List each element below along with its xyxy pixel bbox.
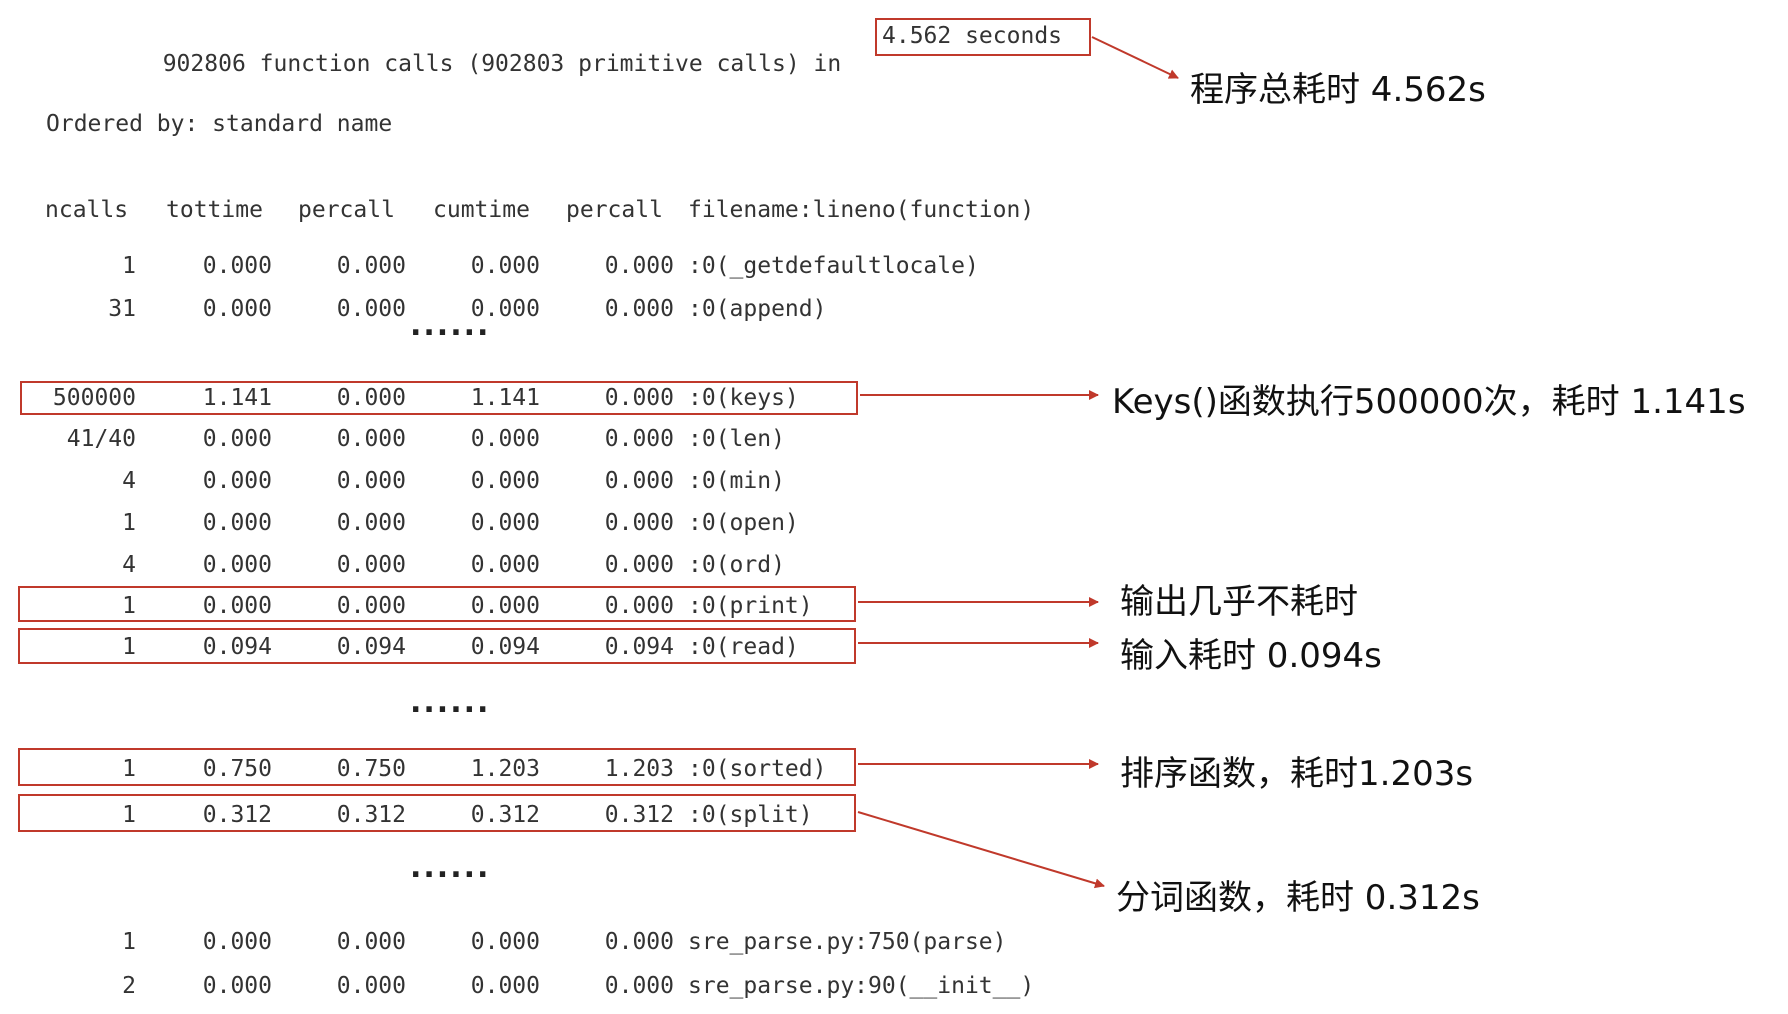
note-total: 程序总耗时 4.562s	[1190, 70, 1486, 110]
arrow-total	[1091, 36, 1179, 79]
note-keys: Keys()函数执行500000次，耗时 1.141s	[1112, 382, 1746, 422]
note-read: 输入耗时 0.094s	[1120, 636, 1382, 676]
note-split: 分词函数，耗时 0.312s	[1116, 878, 1480, 918]
annotation-arrows	[857, 36, 1179, 889]
arrow-split	[857, 811, 1105, 889]
note-print: 输出几乎不耗时	[1120, 582, 1358, 622]
note-sorted: 排序函数，耗时1.203s	[1120, 754, 1474, 794]
